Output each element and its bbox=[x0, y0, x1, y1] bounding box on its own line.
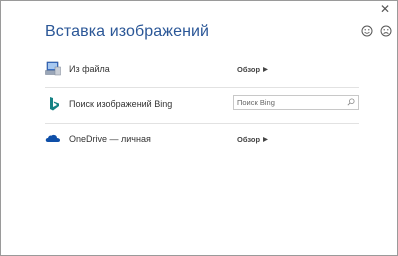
dialog-title: Вставка изображений bbox=[45, 23, 210, 40]
bing-search-input[interactable] bbox=[234, 97, 341, 108]
onedrive-icon bbox=[45, 131, 61, 147]
browse-label: Обзор bbox=[237, 64, 261, 74]
insert-pictures-dialog: ✕ Вставка изображений Из файла Обзор ▶ П… bbox=[0, 0, 398, 256]
divider bbox=[45, 123, 359, 124]
smile-icon[interactable] bbox=[361, 25, 373, 37]
browse-button[interactable]: Обзор ▶ bbox=[237, 65, 268, 74]
frown-icon[interactable] bbox=[380, 25, 392, 37]
browse-button[interactable]: Обзор ▶ bbox=[237, 135, 268, 144]
computer-icon bbox=[45, 61, 61, 77]
divider bbox=[45, 87, 359, 88]
bing-search-box bbox=[233, 95, 359, 110]
source-label: Поиск изображений Bing bbox=[69, 99, 173, 109]
source-label: OneDrive — личная bbox=[69, 134, 151, 144]
source-row-from-file: Из файла Обзор ▶ bbox=[45, 55, 359, 83]
source-label: Из файла bbox=[69, 64, 110, 74]
bing-icon bbox=[45, 96, 61, 112]
search-icon[interactable] bbox=[347, 98, 355, 106]
close-icon[interactable]: ✕ bbox=[380, 3, 390, 15]
browse-label: Обзор bbox=[237, 134, 261, 144]
source-row-bing: Поиск изображений Bing bbox=[45, 90, 359, 118]
source-row-onedrive: OneDrive — личная Обзор ▶ bbox=[45, 125, 359, 153]
arrow-right-icon: ▶ bbox=[263, 136, 268, 143]
arrow-right-icon: ▶ bbox=[263, 66, 268, 73]
